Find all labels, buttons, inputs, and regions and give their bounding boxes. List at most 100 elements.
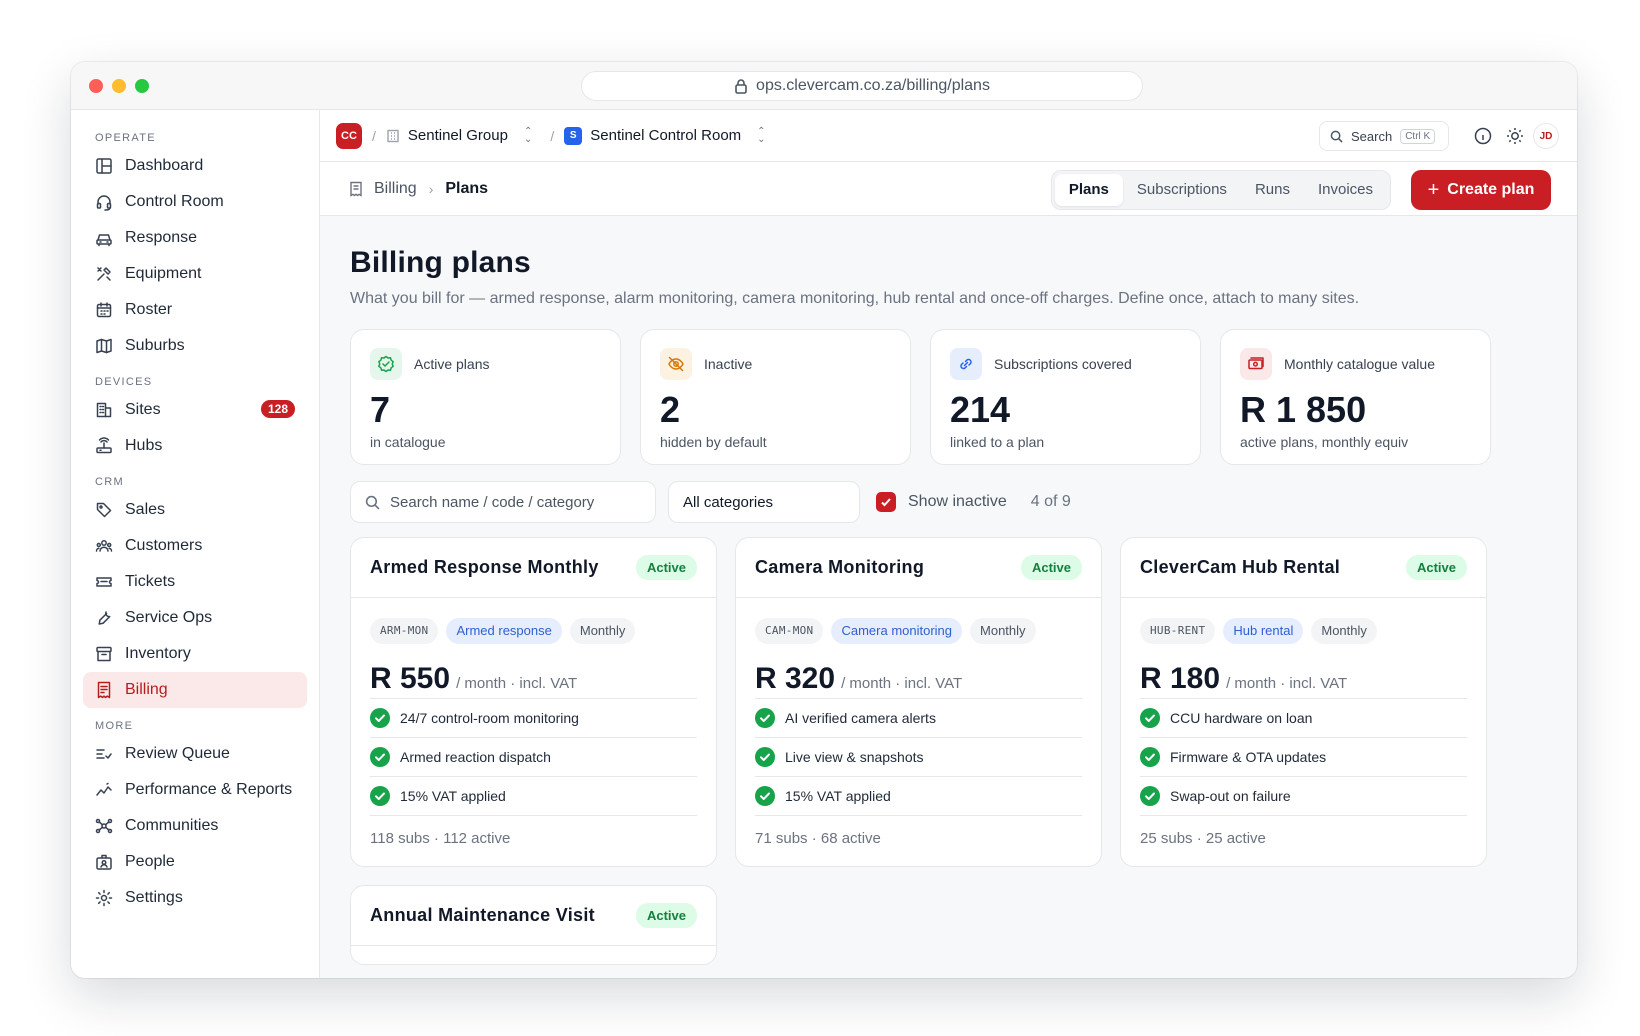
plan-card[interactable]: CleverCam Hub Rental Active HUB-RENT Hub re…	[1120, 537, 1487, 867]
title-bar: ops.clevercam.co.za/billing/plans	[71, 62, 1577, 110]
calendar-icon	[96, 302, 112, 318]
sidebar-item-response[interactable]: Response	[83, 220, 307, 256]
group-switcher[interactable]: Sentinel Group ⌃ ⌄	[386, 125, 533, 145]
info-icon[interactable]	[1473, 126, 1493, 146]
sidebar-section-label: OPERATE	[95, 132, 156, 144]
show-inactive-checkbox[interactable]	[876, 492, 896, 512]
plan-card[interactable]: Armed Response Monthly Active ARM-MON Armed…	[350, 537, 717, 867]
gear-icon	[95, 889, 113, 907]
sun-icon[interactable]	[1505, 126, 1525, 146]
sidebar-item-customers[interactable]: Customers	[83, 528, 307, 564]
plan-card[interactable]: Camera Monitoring Active CAM-MON Camera mon…	[735, 537, 1102, 867]
search-shortcut: Ctrl K	[1400, 128, 1436, 144]
stat-label: Active plans	[414, 356, 490, 372]
plan-name: CleverCam Hub Rental	[1140, 557, 1341, 577]
sidebar-section-label: CRM	[95, 476, 124, 488]
address-bar[interactable]: ops.clevercam.co.za/billing/plans	[581, 71, 1143, 101]
plan-price-row: R 320 / month · incl. VAT	[755, 662, 1082, 699]
link-icon	[960, 358, 972, 370]
sidebar-item-label: Sales	[125, 501, 166, 518]
plan-code-tag: HUB-RENT	[1140, 618, 1216, 644]
tab-runs[interactable]: Runs	[1241, 174, 1304, 206]
sidebar-item-label: Dashboard	[125, 157, 204, 174]
sidebar-item-review-queue[interactable]: Review Queue	[83, 736, 307, 772]
dashboard-icon	[96, 158, 112, 174]
maximize-window-button[interactable]	[135, 79, 149, 93]
plus-icon: +	[1427, 178, 1440, 201]
sidebar-section-label: DEVICES	[95, 376, 153, 388]
plan-feature-text: Firmware & OTA updates	[1170, 749, 1327, 765]
show-inactive-label[interactable]: Show inactive	[908, 493, 1007, 511]
plan-category-tag: Armed response	[446, 618, 562, 644]
status-badge: Active	[635, 903, 697, 928]
check-circle-icon	[755, 708, 775, 728]
sidebar-item-sites[interactable]: Sites 128	[83, 392, 307, 428]
breadcrumb-current: Plans	[445, 179, 489, 197]
billing-tabs: Plans Subscriptions Runs Invoices	[1050, 170, 1391, 210]
crumb-separator: /	[550, 127, 555, 144]
tag-icon	[96, 502, 112, 518]
check-circle-icon	[370, 747, 390, 767]
id-badge-icon	[96, 854, 112, 870]
minimize-window-button[interactable]	[112, 79, 126, 93]
sidebar-item-dashboard[interactable]: Dashboard	[83, 148, 307, 184]
breadcrumb-billing[interactable]: Billing	[374, 180, 417, 198]
chevron-updown-icon: ⌃ ⌄	[523, 125, 533, 145]
stat-label: Monthly catalogue value	[1284, 356, 1435, 372]
sidebar-item-communities[interactable]: Communities	[83, 808, 307, 844]
plan-feature: Swap-out on failure	[1140, 777, 1467, 816]
sidebar-item-suburbs[interactable]: Suburbs	[83, 328, 307, 364]
plan-feature: Live view & snapshots	[755, 738, 1082, 777]
tab-subscriptions[interactable]: Subscriptions	[1123, 174, 1241, 206]
plan-feature-text: Swap-out on failure	[1170, 788, 1291, 804]
sidebar-item-label: Hubs	[125, 437, 163, 454]
close-window-button[interactable]	[89, 79, 103, 93]
sidebar: OPERATE Dashboard Control Room Response Equi…	[71, 110, 320, 978]
sidebar-item-sales[interactable]: Sales	[83, 492, 307, 528]
plan-search-input[interactable]: Search name / code / category	[350, 481, 656, 523]
plan-feature: 15% VAT applied	[370, 777, 697, 816]
create-plan-button[interactable]: + Create plan	[1411, 170, 1551, 210]
tab-plans[interactable]: Plans	[1054, 174, 1123, 206]
url-text: ops.clevercam.co.za/billing/plans	[756, 77, 990, 94]
sidebar-item-control-room[interactable]: Control Room	[83, 184, 307, 220]
plan-name: Armed Response Monthly	[370, 557, 599, 577]
category-select[interactable]: All categories	[668, 481, 860, 523]
plan-feature-text: Armed reaction dispatch	[400, 749, 551, 765]
plan-price-row: R 550 / month · incl. VAT	[370, 662, 697, 699]
stat-icon-wrap	[660, 348, 692, 380]
org-logo[interactable]: CC	[336, 122, 362, 149]
sidebar-item-label: Suburbs	[125, 337, 185, 354]
sidebar-item-billing[interactable]: Billing	[83, 672, 307, 708]
create-plan-label: Create plan	[1447, 181, 1535, 198]
tab-invoices[interactable]: Invoices	[1304, 174, 1387, 206]
money-icon	[1248, 357, 1264, 370]
plan-card-header: CleverCam Hub Rental Active	[1121, 538, 1486, 598]
room-switcher[interactable]: S Sentinel Control Room ⌃ ⌄	[564, 126, 766, 145]
plan-price: R 320	[755, 662, 836, 695]
page-description: What you bill for — armed response, alar…	[350, 290, 1360, 307]
eye-off-icon	[668, 356, 684, 372]
sidebar-item-service-ops[interactable]: Service Ops	[83, 600, 307, 636]
plan-code-tag: CAM-MON	[755, 618, 824, 644]
sidebar-item-equipment[interactable]: Equipment	[83, 256, 307, 292]
sidebar-item-hubs[interactable]: Hubs	[83, 428, 307, 464]
sidebar-item-performance-reports[interactable]: Performance & Reports	[83, 772, 307, 808]
check-icon	[881, 498, 891, 507]
stat-subtext: linked to a plan	[950, 434, 1045, 450]
sidebar-item-people[interactable]: People	[83, 844, 307, 880]
search-icon	[1330, 130, 1343, 143]
global-search-button[interactable]: Search Ctrl K	[1319, 121, 1449, 151]
sidebar-item-tickets[interactable]: Tickets	[83, 564, 307, 600]
plan-card[interactable]: Annual Maintenance Visit Active	[350, 885, 717, 965]
router-icon	[96, 437, 112, 454]
sidebar-item-label: Settings	[125, 889, 183, 906]
sidebar-item-inventory[interactable]: Inventory	[83, 636, 307, 672]
sidebar-item-label: Sites	[125, 401, 161, 418]
plan-price-row: R 180 / month · incl. VAT	[1140, 662, 1467, 699]
sidebar-item-roster[interactable]: Roster	[83, 292, 307, 328]
stat-subtext: active plans, monthly equiv	[1240, 434, 1409, 450]
stat-card: Monthly catalogue value R 1 850 active pla…	[1220, 329, 1491, 465]
sidebar-item-settings[interactable]: Settings	[83, 880, 307, 916]
user-avatar[interactable]: JD	[1533, 123, 1559, 149]
